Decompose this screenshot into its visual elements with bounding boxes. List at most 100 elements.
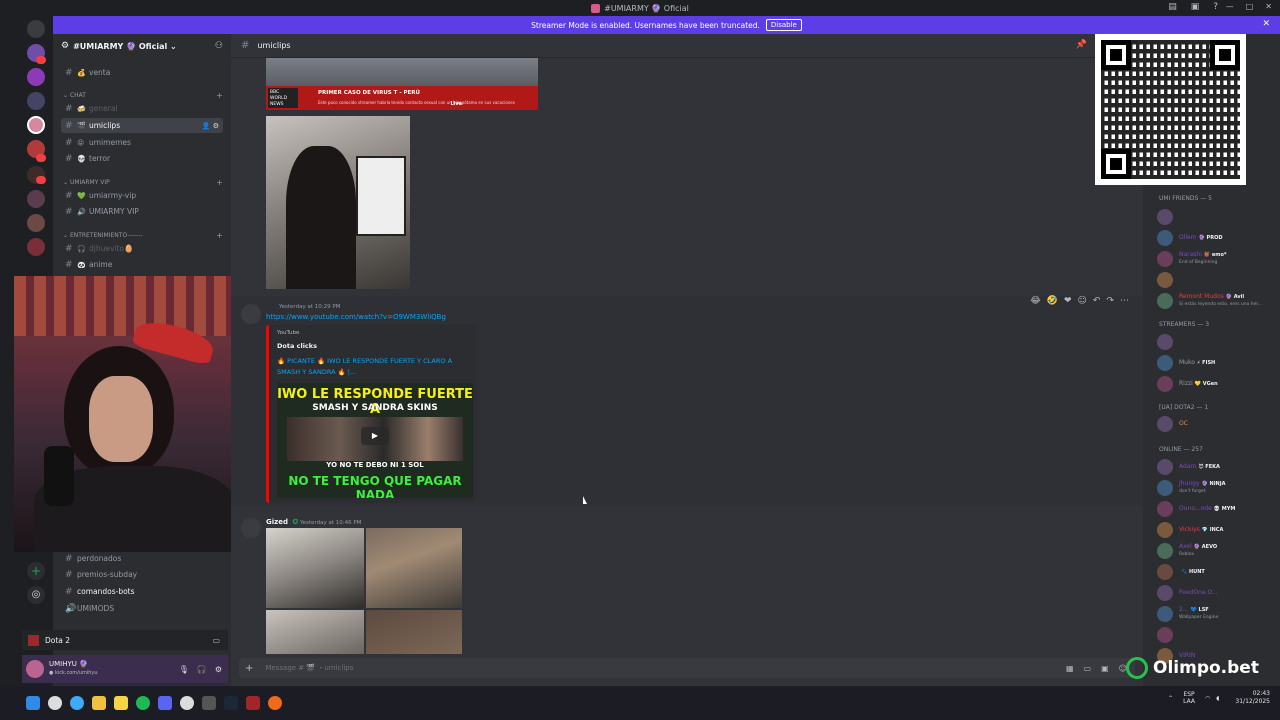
embed-author[interactable]: Dota clicks [277,342,317,350]
channel-terror[interactable]: # 💀 terror [61,151,223,166]
pin-icon[interactable]: 📌 [1076,40,1087,50]
headphones-icon[interactable]: 🎧 [197,665,207,674]
add-channel-icon[interactable]: + [216,231,223,240]
windows-start-icon[interactable] [26,696,40,710]
discord-icon[interactable] [158,696,172,710]
member-item[interactable]: Narashi 👹 emo* End of Beginning [1157,250,1277,268]
disable-button[interactable]: Disable [765,19,802,31]
activity-icon[interactable]: ▭ [212,636,220,645]
member-item[interactable]: Jhungy 🔮 NINJA don't forget [1157,479,1277,497]
member-item[interactable] [1157,626,1277,644]
channel-premios-subday[interactable]: # premios-subday [61,567,137,582]
category-entretenimiento[interactable]: ⌄ ENTRETENIMIENTO------- + [63,231,223,240]
notes-icon[interactable] [114,696,128,710]
more-icon[interactable]: ⋯ [1120,296,1129,306]
play-icon[interactable]: ▶ [361,427,389,445]
member-item[interactable] [1157,333,1277,351]
channel-umiclips[interactable]: # 🎬 umiclips 👤 ⚙ [61,118,223,133]
member-item[interactable]: Adam 😈 FEKA [1157,458,1277,476]
member-item[interactable]: Remont Mudos 🔮 Avil Si estás leyendo esto,… [1157,292,1277,310]
channel-perdonados[interactable]: # perdonados [61,551,121,566]
server-icon[interactable] [27,190,45,208]
avatar[interactable] [241,304,261,324]
voice-status-bar[interactable]: Dota 2 ▭ [22,630,228,650]
gear-icon[interactable]: ⚙ [215,665,222,674]
inbox-icon[interactable]: ▤ [1168,2,1177,12]
add-channel-icon[interactable]: + [216,178,223,187]
category-chat[interactable]: ⌄ Chat + [63,91,223,100]
edge-icon[interactable] [70,696,84,710]
member-item[interactable]: Ollem 🔮 PROD [1157,229,1277,247]
banner-close-icon[interactable]: ✕ [1262,19,1270,29]
member-item[interactable]: Axel 🔮 AEVO Roblox [1157,542,1277,560]
attach-icon[interactable]: + [245,663,253,674]
emoji-icon[interactable]: 😂 [1030,296,1041,306]
member-item[interactable] [1157,271,1277,289]
channel-djhuevito[interactable]: # 🎧 djhuevito🥚 [61,241,223,256]
server-icon[interactable] [27,92,45,110]
maximize-icon[interactable]: □ [1246,2,1254,11]
message-composer[interactable]: + Message # 🎬 ・umiclips ▦ ▭ ▣ ☺ [239,658,1135,678]
dota-icon[interactable] [246,696,260,710]
member-item[interactable]: Ouno...ode 💀 MYM [1157,500,1277,518]
language-indicator[interactable]: ESP LAA [1183,691,1195,705]
member-item[interactable]: Muko ⚡ FISH [1157,354,1277,372]
forward-icon[interactable]: ↷ [1106,296,1114,306]
member-item[interactable]: 2... 💙 LSF Wallpaper Engine [1157,605,1277,623]
embed-title[interactable]: 🔥 PICANTE 🔥 IWO LE RESPONDE FUERTE Y CLA… [277,356,477,378]
active-server-icon[interactable] [27,116,45,134]
mute-icon[interactable]: 🎙 [179,665,189,674]
search-icon[interactable] [48,696,62,710]
channel-comandos-bots[interactable]: # comandos-bots [61,584,135,599]
gallery-image[interactable] [366,610,462,654]
chevron-up-icon[interactable]: ⌃ [1168,695,1173,702]
member-item[interactable]: Rizzi 💛 VGen [1157,375,1277,393]
screen-icon[interactable]: ▣ [1191,2,1200,12]
voice-umiarmy-vip[interactable]: # 🔊 UMIARMY VIP [61,204,223,219]
avatar[interactable] [241,518,261,538]
youtube-link[interactable]: https://www.youtube.com/watch?v=O9WM3Wli… [266,313,446,321]
message-author[interactable]: Gized ✪ [266,518,298,526]
member-item[interactable]: OC [1157,415,1277,433]
member-item[interactable]: FeedOne.O... [1157,584,1277,602]
avatar[interactable] [26,660,44,678]
close-icon[interactable]: ✕ [1265,2,1272,11]
channel-venta[interactable]: # 💰 venta [61,65,223,80]
add-reaction-icon[interactable]: ☺ [1078,296,1087,306]
member-item[interactable]: 🐾 HUNT [1157,563,1277,581]
member-item[interactable]: Vickiys 💎 INCA [1157,521,1277,539]
reply-icon[interactable]: ↶ [1093,296,1101,306]
channel-general[interactable]: # 🍻 general [61,101,223,116]
emoji-icon[interactable]: 🤣 [1047,296,1058,306]
discover-icon[interactable]: ◎ [27,586,45,604]
user-info[interactable]: UMIHYU 🔮 ● kick.com/umihyu [49,660,98,678]
app-icon[interactable] [268,696,282,710]
add-channel-icon[interactable]: + [216,91,223,100]
dm-home-icon[interactable] [27,20,45,38]
voice-umimods[interactable]: 🔊 UMIMODS [61,601,114,616]
category-vip[interactable]: ⌄ UMIARMY VIP + [63,178,223,187]
clock[interactable]: 02:43 31/12/2025 [1235,690,1270,706]
gallery-image[interactable] [366,528,462,608]
steam-icon[interactable] [224,696,238,710]
channel-umimemes[interactable]: # 😝 umimemes [61,135,223,150]
server-header[interactable]: ⚙ #UMIARMY 🔮 Oficial ⌄ ⚇ [53,34,231,58]
gif-icon[interactable]: ▭ [1084,664,1092,673]
add-server-icon[interactable]: + [27,562,45,580]
server-icon[interactable] [27,214,45,232]
gallery-image[interactable] [266,528,364,608]
video-thumbnail[interactable]: IWO LE RESPONDE FUERTE A SMASH Y SANDRA … [277,383,473,498]
member-item[interactable] [1157,208,1277,226]
spotify-icon[interactable] [136,696,150,710]
server-icon[interactable] [27,238,45,256]
gift-icon[interactable]: ▦ [1066,664,1074,673]
heart-icon[interactable]: ❤ [1064,296,1072,306]
channel-anime[interactable]: # 🐼 anime [61,257,223,272]
sticker-icon[interactable]: ▣ [1101,664,1109,673]
invite-icon[interactable]: ⚇ [215,41,223,51]
folder-icon[interactable] [92,696,106,710]
news-image[interactable]: BBC WORLD NEWS PRIMER CASO DE VIRUS T - … [266,58,538,110]
chrome-icon[interactable] [180,696,194,710]
minimize-icon[interactable]: — [1226,2,1234,11]
attached-image[interactable] [266,116,410,289]
